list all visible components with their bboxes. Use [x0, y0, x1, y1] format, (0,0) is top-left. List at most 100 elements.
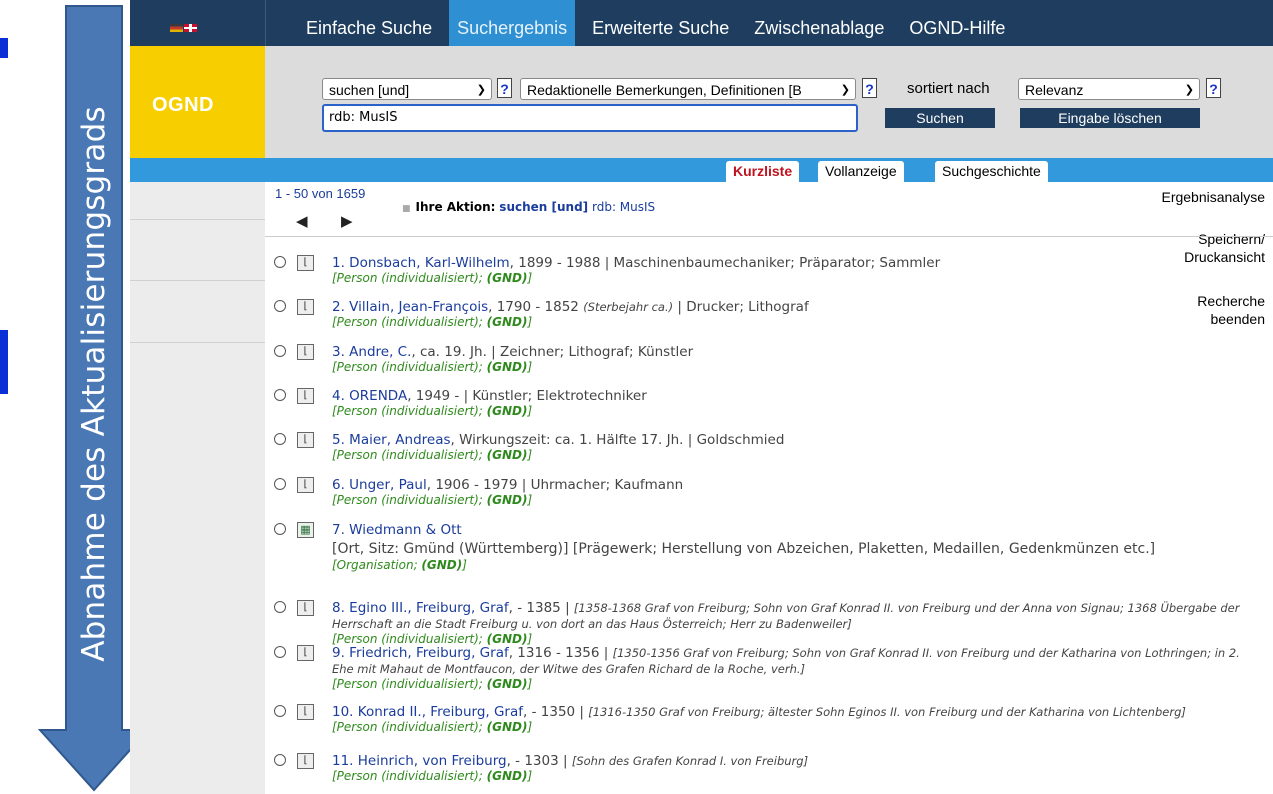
- person-record-icon: ⌊: [297, 600, 314, 616]
- select-radio[interactable]: [274, 478, 286, 490]
- result-number: 11.: [332, 753, 358, 769]
- result-number: 5.: [332, 432, 350, 448]
- nav-zwischenablage[interactable]: Zwischenablage: [746, 0, 892, 46]
- select-radio[interactable]: [274, 646, 286, 658]
- current-action: ■ Ihre Aktion: suchen [und] rdb: MusIS: [402, 200, 656, 214]
- result-details: , 1949 - | Künstler; Elektrotechniker: [407, 388, 647, 404]
- previous-page-icon[interactable]: ◀: [296, 212, 308, 230]
- result-details: , - 1303 |: [506, 753, 572, 769]
- result-number: 6.: [332, 477, 350, 493]
- result-type: [Person (individualisiert); (GND)]: [332, 720, 533, 734]
- person-record-icon: ⌊: [297, 388, 314, 404]
- sort-help-icon[interactable]: ?: [1206, 78, 1221, 98]
- select-radio[interactable]: [274, 523, 286, 535]
- nav-ognd-hilfe[interactable]: OGND-Hilfe: [901, 0, 1013, 46]
- result-details: , - 1350 |: [523, 704, 589, 720]
- result-number: 4.: [332, 388, 350, 404]
- select-radio[interactable]: [274, 389, 286, 401]
- result-extra: [Ort, Sitz: Gmünd (Württemberg)] [Prägew…: [332, 541, 1156, 557]
- select-radio[interactable]: [274, 754, 286, 766]
- result-title-link[interactable]: Egino III., Freiburg, Graf: [349, 600, 509, 616]
- organisation-record-icon: ▦: [297, 522, 314, 538]
- operator-select[interactable]: suchen [und] ❯: [322, 78, 492, 100]
- ognd-logo: OGND: [130, 46, 265, 158]
- english-flag-icon[interactable]: [184, 24, 197, 32]
- result-number: 7.: [332, 522, 350, 538]
- sort-select[interactable]: Relevanz ❯: [1018, 78, 1200, 100]
- result-title-link[interactable]: Villain, Jean-François: [349, 299, 488, 315]
- chevron-down-icon: ❯: [1184, 84, 1194, 96]
- result-title-link[interactable]: Donsbach, Karl-Wilhelm: [349, 255, 509, 271]
- person-record-icon: ⌊: [297, 344, 314, 360]
- result-title-link[interactable]: Andre, C.: [349, 344, 411, 360]
- search-input[interactable]: rdb: MusIS: [322, 104, 858, 132]
- person-record-icon: ⌊: [297, 753, 314, 769]
- person-record-icon: ⌊: [297, 432, 314, 448]
- person-record-icon: ⌊: [297, 477, 314, 493]
- tab-kurzliste[interactable]: Kurzliste: [726, 161, 800, 182]
- result-type: [Person (individualisiert); (GND)]: [332, 360, 533, 374]
- german-flag-icon[interactable]: [170, 24, 183, 32]
- person-record-icon: ⌊: [297, 299, 314, 315]
- result-details: , - 1385 |: [508, 600, 574, 616]
- tab-vollanzeige[interactable]: Vollanzeige: [818, 161, 904, 182]
- sort-label: sortiert nach: [907, 80, 990, 97]
- result-details: , Wirkungszeit: ca. 1. Hälfte 17. Jh. | …: [450, 432, 785, 448]
- language-switcher: [130, 0, 266, 46]
- result-number: 10.: [332, 704, 358, 720]
- result-type: [Organisation; (GND)]: [332, 558, 467, 572]
- person-record-icon: ⌊: [297, 255, 314, 271]
- result-type: [Person (individualisiert); (GND)]: [332, 271, 533, 285]
- top-navigation: Einfache Suche Suchergebnis Erweiterte S…: [130, 0, 1273, 46]
- result-type: [Person (individualisiert); (GND)]: [332, 493, 533, 507]
- result-title-link[interactable]: Konrad II., Freiburg, Graf: [358, 704, 523, 720]
- result-type: [Person (individualisiert); (GND)]: [332, 448, 533, 462]
- result-details: , 1906 - 1979 | Uhrmacher; Kaufmann: [426, 477, 684, 493]
- result-number: 9.: [332, 645, 350, 661]
- chevron-down-icon: ❯: [476, 84, 486, 96]
- select-radio[interactable]: [274, 601, 286, 613]
- search-button[interactable]: Suchen: [885, 108, 995, 128]
- select-radio[interactable]: [274, 345, 286, 357]
- select-radio[interactable]: [274, 300, 286, 312]
- next-page-icon[interactable]: ▶: [341, 212, 353, 230]
- select-radio[interactable]: [274, 433, 286, 445]
- result-title-link[interactable]: Friedrich, Freiburg, Graf: [349, 645, 509, 661]
- result-number: 8.: [332, 600, 350, 616]
- result-type: [Person (individualisiert); (GND)]: [332, 769, 533, 783]
- select-radio[interactable]: [274, 705, 286, 717]
- result-title-link[interactable]: Wiedmann & Ott: [349, 522, 462, 538]
- clear-button[interactable]: Eingabe löschen: [1020, 108, 1200, 128]
- result-type: [Person (individualisiert); (GND)]: [332, 315, 533, 329]
- operator-help-icon[interactable]: ?: [497, 78, 512, 98]
- result-note: [1316-1350 Graf von Freiburg; ältester S…: [588, 705, 1186, 719]
- result-type: [Person (individualisiert); (GND)]: [332, 632, 533, 646]
- result-note: [Sohn des Grafen Konrad I. von Freiburg]: [571, 754, 809, 768]
- select-radio[interactable]: [274, 256, 286, 268]
- chevron-down-icon: ❯: [840, 84, 850, 96]
- nav-erweiterte-suche[interactable]: Erweiterte Suche: [584, 0, 737, 46]
- result-type: [Person (individualisiert); (GND)]: [332, 404, 533, 418]
- field-select[interactable]: Redaktionelle Bemerkungen, Definitionen …: [520, 78, 856, 100]
- nav-suchergebnis[interactable]: Suchergebnis: [449, 0, 576, 46]
- field-help-icon[interactable]: ?: [862, 78, 877, 98]
- result-details: , ca. 19. Jh. | Zeichner; Lithograf; Kün…: [411, 344, 694, 360]
- result-number: 1.: [332, 255, 350, 271]
- result-title-link[interactable]: ORENDA: [349, 388, 407, 404]
- result-title-link[interactable]: Heinrich, von Freiburg: [358, 753, 507, 769]
- sidebar: [130, 182, 265, 794]
- sidebar-item-ergebnisanalyse[interactable]: Ergebnisanalyse: [1161, 188, 1265, 206]
- result-number: 3.: [332, 344, 350, 360]
- result-title-link[interactable]: Maier, Andreas: [349, 432, 450, 448]
- result-details: , 1899 - 1988 | Maschinenbaumechaniker; …: [509, 255, 941, 271]
- result-title-link[interactable]: Unger, Paul: [349, 477, 427, 493]
- person-record-icon: ⌊: [297, 645, 314, 661]
- tab-suchgeschichte[interactable]: Suchgeschichte: [935, 161, 1048, 182]
- result-details: , 1316 - 1356 |: [508, 645, 613, 661]
- result-count: 1 - 50 von 1659: [275, 186, 366, 201]
- main-nav: Einfache Suche Suchergebnis Erweiterte S…: [298, 0, 1022, 46]
- person-record-icon: ⌊: [297, 704, 314, 720]
- result-type: [Person (individualisiert); (GND)]: [332, 677, 533, 691]
- search-panel: OGND: [130, 46, 1273, 158]
- nav-einfache-suche[interactable]: Einfache Suche: [298, 0, 440, 46]
